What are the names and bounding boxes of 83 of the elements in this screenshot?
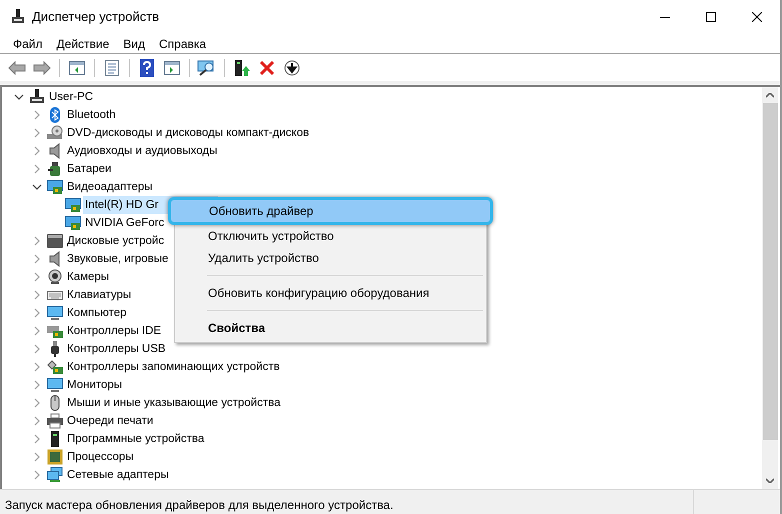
tree-item[interactable]: Звуковые, игровые	[65, 250, 170, 268]
scroll-up-icon[interactable]	[766, 93, 774, 98]
disc-drive-icon	[47, 125, 63, 141]
device-up-arrow-icon[interactable]	[234, 58, 250, 76]
monitor-icon	[47, 305, 63, 321]
minimize-icon	[660, 16, 670, 18]
display-adapter-icon	[65, 215, 81, 231]
disk-drive-icon	[47, 233, 63, 249]
expand-chevron-icon[interactable]	[32, 452, 42, 462]
expand-chevron-icon[interactable]	[32, 398, 42, 408]
expand-chevron-icon[interactable]	[32, 110, 42, 120]
expand-chevron-icon[interactable]	[32, 380, 42, 390]
scrollbar[interactable]	[762, 87, 778, 489]
tree-item[interactable]: Контроллеры USB	[65, 340, 168, 358]
expand-chevron-icon[interactable]	[32, 272, 42, 282]
display-adapter-icon	[65, 197, 81, 213]
expand-chevron-icon[interactable]	[32, 146, 42, 156]
tree-item[interactable]: Мониторы	[65, 376, 124, 394]
menu-option[interactable]: Обновить драйвер	[168, 197, 493, 225]
window-pane-icon[interactable]	[164, 60, 180, 74]
tree-item[interactable]: Мыши и иные указывающие устройства	[65, 394, 283, 412]
expand-chevron-icon[interactable]	[32, 308, 42, 318]
tree-item[interactable]: Bluetooth	[65, 106, 118, 124]
maximize-icon	[706, 12, 716, 22]
tree-item[interactable]: Процессоры	[65, 448, 136, 466]
computer-icon	[11, 9, 25, 25]
menu-option[interactable]: Свойства	[175, 317, 486, 339]
network-icon	[47, 467, 63, 483]
tree-item[interactable]: Камеры	[65, 268, 112, 286]
tree-item[interactable]: Клавиатуры	[65, 286, 134, 304]
x-mark-icon[interactable]	[260, 60, 274, 74]
controller-card-icon	[47, 359, 63, 375]
menu-item[interactable]: Вид	[116, 34, 152, 52]
webcam-icon	[47, 269, 63, 285]
menu-item[interactable]: Файл	[6, 34, 50, 52]
expand-chevron-icon[interactable]	[32, 290, 42, 300]
tree-item[interactable]: Сетевые адаптеры	[65, 466, 171, 484]
processor-icon	[47, 449, 63, 465]
display-adapter-icon	[47, 179, 63, 195]
scroll-down-icon[interactable]	[766, 478, 774, 483]
tree-item[interactable]: Батареи	[65, 160, 114, 178]
computer-icon	[29, 89, 45, 105]
expand-chevron-icon[interactable]	[32, 236, 42, 246]
tree-item[interactable]: Аудиовходы и аудиовыходы	[65, 142, 220, 160]
controller-card-icon	[47, 323, 63, 339]
expand-chevron-icon[interactable]	[32, 164, 42, 174]
menu-option[interactable]: Обновить конфигурацию оборудования	[175, 282, 486, 304]
status-text: Запуск мастера обновления драйверов для выделенного устройства.	[4, 497, 394, 514]
menu-option[interactable]: Отключить устройство	[175, 225, 486, 247]
monitor-icon	[47, 377, 63, 393]
document-icon[interactable]	[104, 60, 120, 76]
menu-item[interactable]: Действие	[50, 34, 116, 52]
menu-item[interactable]: Справка	[152, 34, 214, 52]
expand-chevron-icon[interactable]	[32, 254, 42, 264]
tree-item[interactable]: User-PC	[47, 88, 96, 106]
expand-chevron-icon[interactable]	[32, 470, 42, 480]
expand-chevron-icon[interactable]	[32, 326, 42, 336]
tree-item[interactable]: Компьютер	[65, 304, 129, 322]
collapse-chevron-icon[interactable]	[14, 92, 24, 102]
scroll-thumb[interactable]	[762, 103, 778, 440]
expand-chevron-icon[interactable]	[32, 362, 42, 372]
tree-item[interactable]: Видеоадаптеры	[65, 178, 155, 196]
bluetooth-icon	[47, 107, 63, 123]
expand-chevron-icon[interactable]	[32, 416, 42, 426]
printer-icon	[47, 413, 63, 429]
expand-chevron-icon[interactable]	[32, 434, 42, 444]
expand-chevron-icon[interactable]	[32, 344, 42, 354]
tree-item[interactable]: Очереди печати	[65, 412, 156, 430]
window-title: Диспетчер устройств	[32, 8, 160, 26]
menu-option[interactable]: Удалить устройство	[175, 247, 486, 269]
window-pane-icon[interactable]	[69, 60, 85, 74]
tree-item[interactable]: Контроллеры запоминающих устройств	[65, 358, 282, 376]
battery-plug-icon	[47, 161, 63, 177]
tree-item[interactable]: DVD-дисководы и дисководы компакт-дисков	[65, 124, 312, 142]
expand-chevron-icon[interactable]	[32, 128, 42, 138]
tree-item[interactable]: Программные устройства	[65, 430, 206, 448]
tree-item[interactable]: NVIDIA GeForc	[83, 214, 166, 232]
down-arrow-circle-icon[interactable]	[284, 60, 300, 76]
help-icon[interactable]	[140, 58, 154, 76]
tree-item[interactable]: Дисковые устройс	[65, 232, 166, 250]
close-icon	[752, 12, 762, 22]
collapse-chevron-icon[interactable]	[32, 182, 42, 192]
tree-item[interactable]: Контроллеры IDE	[65, 322, 164, 340]
